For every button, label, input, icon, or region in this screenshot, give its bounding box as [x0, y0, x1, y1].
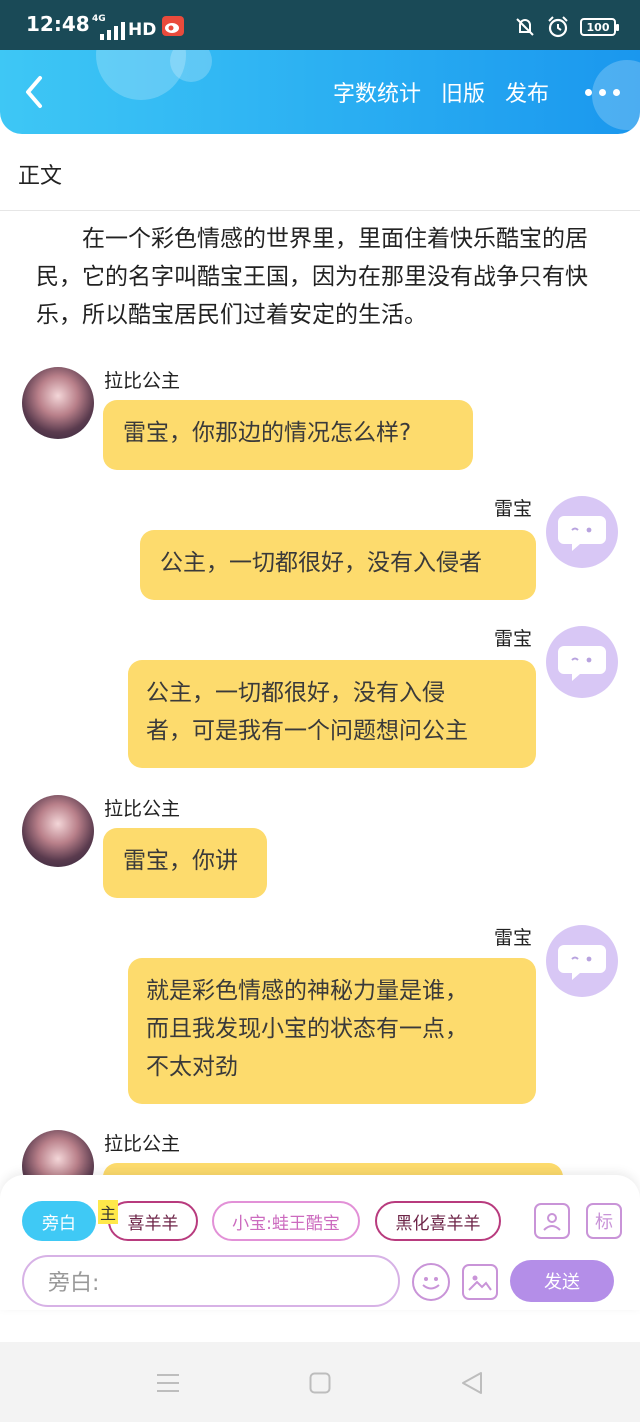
speaker-name: 拉比公主: [104, 370, 181, 392]
weibo-icon: [162, 16, 184, 36]
status-bar: 12:48 4G HD 100: [0, 0, 640, 52]
bubble-line: 者，可是我有一个问题想问公主: [146, 718, 468, 744]
role-chip-dark-xiyangyang[interactable]: 黑化喜羊羊: [375, 1201, 501, 1241]
ghost-icon: [558, 646, 606, 681]
role-chip-xiaobao[interactable]: 小宝:蛙王酷宝: [212, 1201, 360, 1241]
status-time: 12:48: [26, 12, 90, 36]
signal-icon: [100, 22, 125, 40]
speaker-name: 拉比公主: [104, 1133, 181, 1155]
alarm-icon: [548, 16, 568, 38]
message-input[interactable]: 旁白:: [22, 1255, 400, 1307]
role-chip-xiyangyang[interactable]: 喜羊羊: [108, 1201, 198, 1241]
chat-bubble[interactable]: 雷宝，你那边的情况怎么样?: [103, 400, 473, 470]
more-icon[interactable]: [585, 78, 620, 106]
main-role-tag: 主: [98, 1200, 119, 1224]
narration-text: 在一个彩色情感的世界里，里面住着快乐酷宝的居民，它的名字叫酷宝王国，因为在那里没…: [36, 226, 588, 328]
chevron-left-icon: [26, 76, 42, 108]
back-button[interactable]: [16, 70, 56, 114]
role-chip-narrator[interactable]: 旁白: [22, 1201, 96, 1241]
bubble-line: 不太对劲: [146, 1054, 238, 1080]
speaker-name: 雷宝: [494, 628, 533, 650]
old-version-button[interactable]: 旧版: [441, 76, 485, 108]
battery-icon: 100: [580, 18, 619, 36]
hd-label: HD: [128, 20, 157, 40]
speaker-name: 拉比公主: [104, 798, 181, 820]
menu-icon[interactable]: [156, 1372, 180, 1394]
system-nav-bar: [0, 1342, 640, 1422]
section-title: 正文: [18, 164, 63, 189]
avatar-princess[interactable]: [22, 795, 94, 867]
app-bar: 字数统计 旧版 发布: [0, 50, 640, 134]
bubble-line: 就是彩色情感的神秘力量是谁，: [146, 978, 468, 1004]
avatar-leibao[interactable]: [546, 925, 618, 997]
image-icon[interactable]: [462, 1264, 498, 1300]
send-button[interactable]: 发送: [510, 1260, 614, 1302]
speaker-name: 雷宝: [494, 498, 533, 520]
chat-bubble[interactable]: 雷宝，你讲: [103, 828, 267, 898]
speaker-name: 雷宝: [494, 927, 533, 949]
status-right-group: 100: [514, 14, 619, 40]
publish-button[interactable]: 发布: [505, 76, 549, 108]
avatar-princess[interactable]: [22, 367, 94, 439]
character-icon[interactable]: [534, 1203, 570, 1239]
word-count-button[interactable]: 字数统计: [333, 76, 421, 108]
mute-icon: [516, 18, 534, 36]
avatar-leibao[interactable]: [546, 496, 618, 568]
chat-bubble[interactable]: 公主，一切都很好，没有入侵 者，可是我有一个问题想问公主: [128, 660, 536, 768]
emoji-icon[interactable]: [412, 1263, 450, 1301]
chat-bubble[interactable]: 公主，一切都很好，没有入侵者: [140, 530, 536, 600]
divider: [0, 210, 640, 211]
ghost-icon: [558, 945, 606, 980]
home-icon[interactable]: [309, 1372, 331, 1394]
back-nav-icon[interactable]: [460, 1371, 484, 1395]
battery-level: 100: [586, 20, 610, 34]
chat-bubble[interactable]: 就是彩色情感的神秘力量是谁， 而且我发现小宝的状态有一点， 不太对劲: [128, 958, 536, 1104]
top-actions: 字数统计 旧版 发布: [313, 76, 620, 108]
bubble-line: 公主，一切都很好，没有入侵: [146, 680, 445, 706]
avatar-leibao[interactable]: [546, 626, 618, 698]
ghost-icon: [558, 516, 606, 551]
bubble-line: 而且我发现小宝的状态有一点，: [146, 1016, 468, 1042]
mark-button[interactable]: 标: [586, 1203, 622, 1239]
